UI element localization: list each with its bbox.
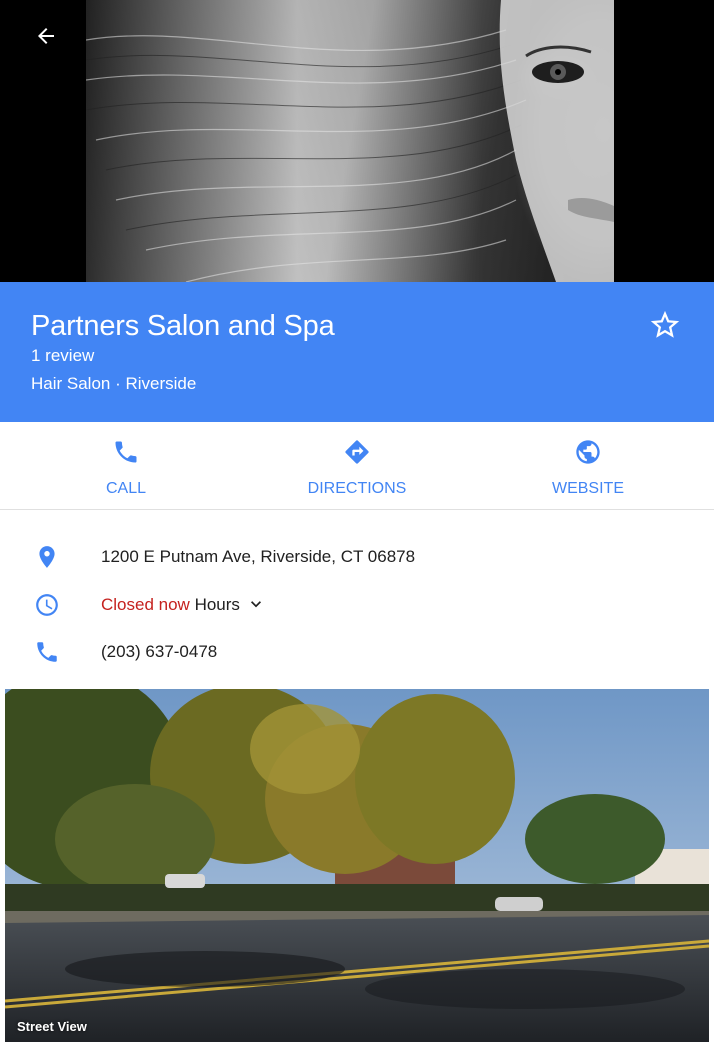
phone-icon	[37, 642, 57, 662]
hours-label: Hours	[194, 595, 240, 614]
place-title: Partners Salon and Spa	[31, 310, 335, 342]
location-pin-icon	[39, 546, 55, 568]
hours-toggle[interactable]: Hours	[195, 595, 266, 614]
directions-button[interactable]: DIRECTIONS	[267, 422, 447, 510]
hours-text: Closed now Hours	[101, 595, 266, 615]
phone-text: (203) 637-0478	[101, 642, 218, 661]
place-category: Hair Salon · Riverside	[31, 374, 197, 393]
phone-row[interactable]: (203) 637-0478	[0, 629, 714, 673]
directions-label: DIRECTIONS	[307, 480, 407, 497]
star-outline-icon	[650, 310, 680, 338]
salon-portrait-image	[86, 0, 614, 282]
open-status: Closed now	[101, 595, 190, 614]
call-label: CALL	[105, 480, 147, 497]
action-bar: CALL DIRECTIONS WEBSITE	[0, 422, 714, 510]
place-info: 1200 E Putnam Ave, Riverside, CT 06878 C…	[0, 511, 714, 689]
street-view-image	[5, 689, 709, 1042]
website-label: WEBSITE	[551, 480, 624, 497]
address-row[interactable]: 1200 E Putnam Ave, Riverside, CT 06878	[0, 534, 714, 578]
globe-icon	[576, 440, 600, 464]
street-view-label: Street View	[17, 1019, 87, 1034]
review-count-link[interactable]: 1 review	[31, 346, 94, 366]
address-text: 1200 E Putnam Ave, Riverside, CT 06878	[101, 547, 416, 566]
arrow-back-icon	[38, 28, 54, 44]
chevron-down-icon	[250, 601, 261, 608]
street-view-thumbnail[interactable]: Street View	[5, 689, 709, 1042]
place-header: Partners Salon and Spa 1 review Hair Sal…	[0, 282, 714, 422]
hero-photo	[0, 0, 714, 282]
call-button[interactable]: CALL	[36, 422, 216, 510]
clock-icon	[36, 594, 58, 616]
website-button[interactable]: WEBSITE	[498, 422, 678, 510]
back-button[interactable]	[30, 20, 62, 52]
hours-row[interactable]: Closed now Hours	[0, 582, 714, 626]
save-star-button[interactable]	[648, 308, 682, 342]
phone-icon	[115, 441, 137, 463]
directions-icon	[345, 440, 369, 464]
